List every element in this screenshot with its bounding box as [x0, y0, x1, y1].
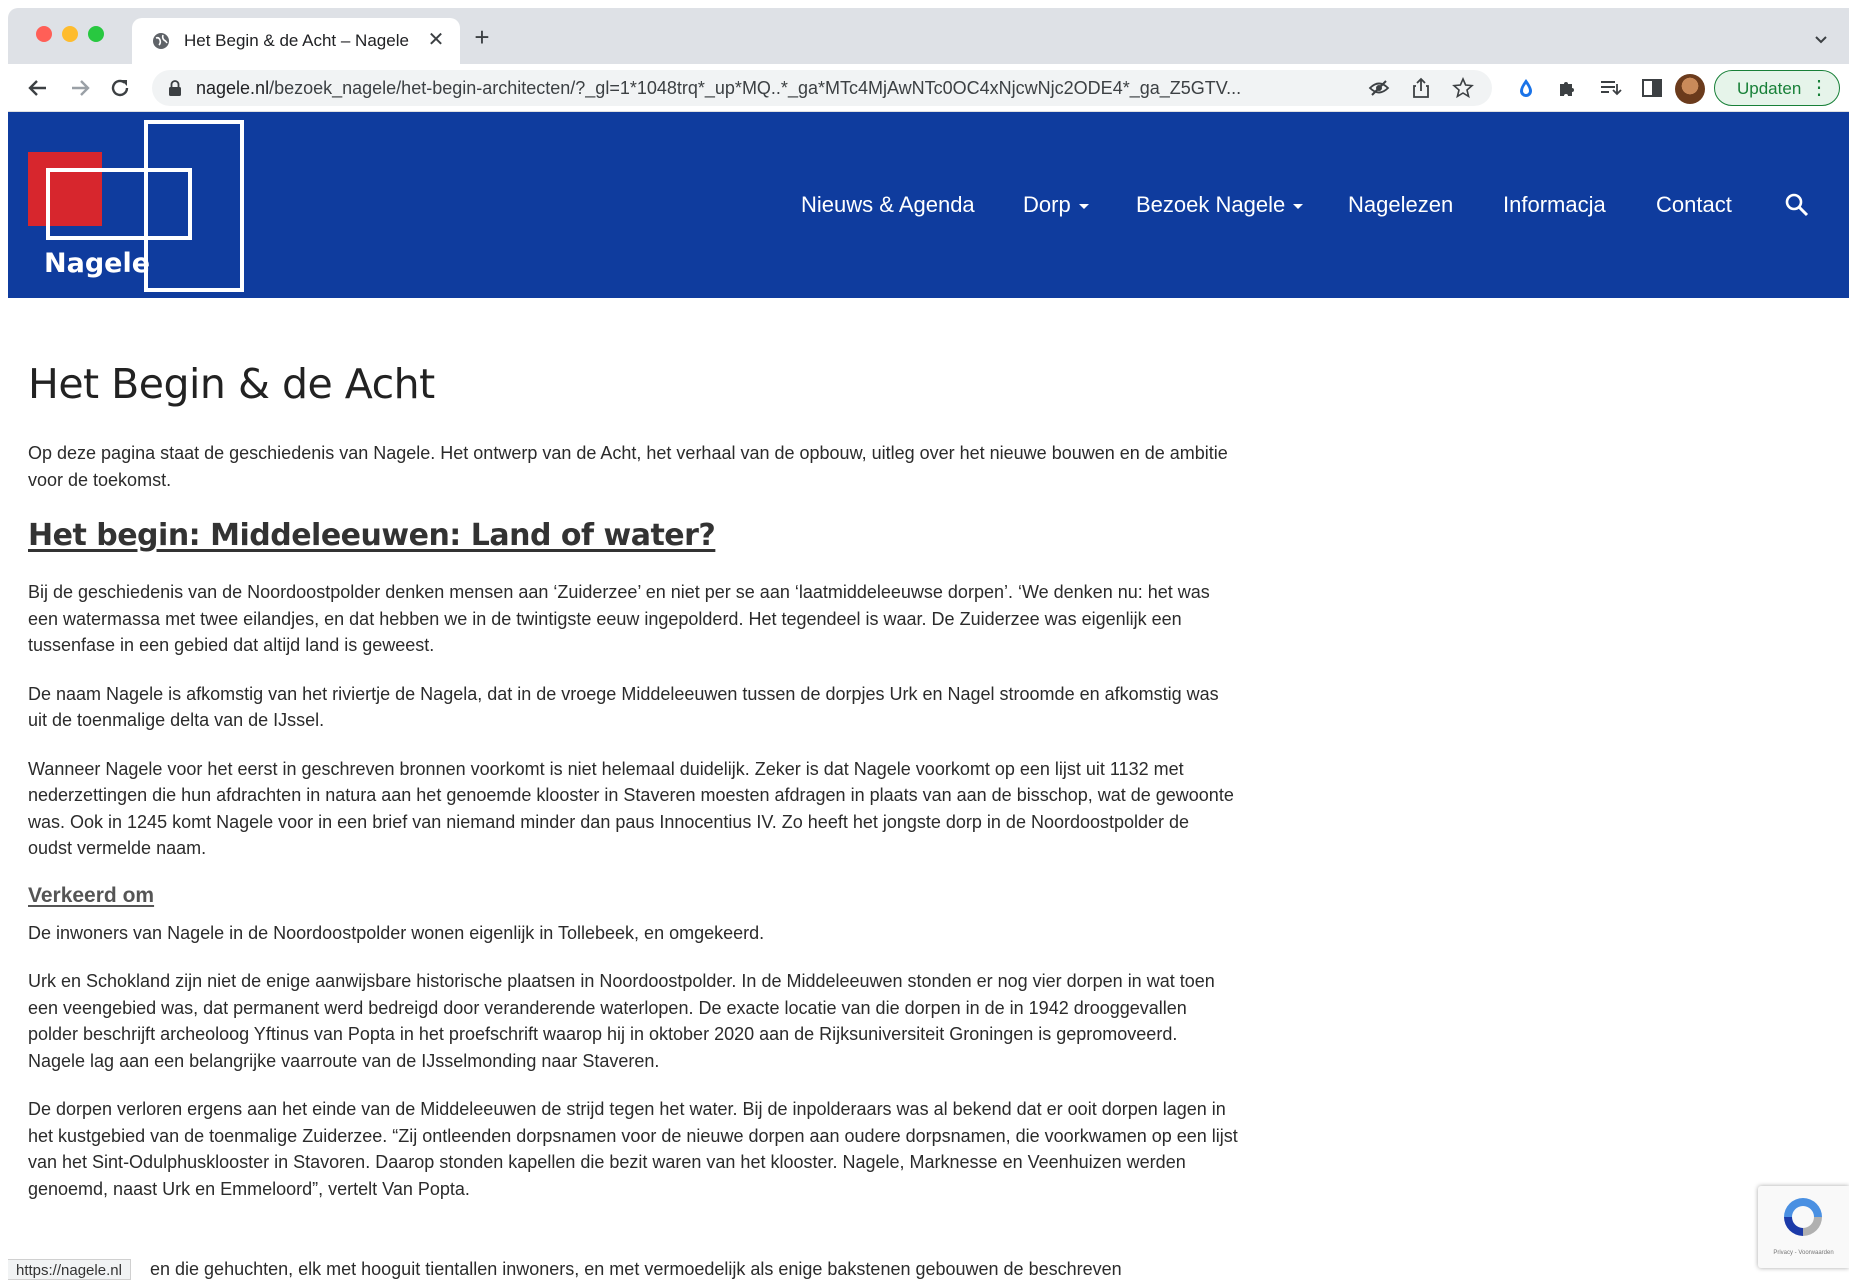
bookmark-star-icon[interactable] — [1452, 77, 1474, 99]
paragraph: De dorpen verloren ergens aan het einde … — [28, 1099, 1238, 1199]
page-title: Het Begin & de Acht — [28, 360, 435, 408]
paragraph: Bij de geschiedenis van de Noordoostpold… — [28, 582, 1210, 655]
recaptcha-badge[interactable]: Privacy - Voorwaarden — [1758, 1186, 1849, 1268]
paragraph: Urk en Schokland zijn niet de enige aanw… — [28, 971, 1215, 1071]
share-icon[interactable] — [1410, 77, 1432, 99]
search-icon[interactable] — [1784, 192, 1810, 218]
paragraph: Wanneer Nagele voor het eerst in geschre… — [28, 758, 1234, 859]
eye-off-icon[interactable] — [1368, 77, 1390, 99]
reading-list-icon[interactable] — [1598, 76, 1622, 100]
nav-nieuws-agenda[interactable]: Nieuws & Agenda — [801, 192, 975, 218]
globe-icon — [153, 33, 169, 49]
tab-close-icon[interactable]: ✕ — [424, 28, 448, 52]
more-menu-icon[interactable]: ⋮ — [1809, 77, 1829, 99]
status-bar-url: https://nagele.nl — [8, 1259, 131, 1280]
paragraph: De inwoners van Nagele in de Noordoostpo… — [28, 922, 765, 943]
main-navigation: Nieuws & Agenda Dorp Bezoek Nagele Nagel… — [8, 192, 1849, 222]
tab-title: Het Begin & de Acht – Nagele — [184, 31, 409, 50]
water-drop-icon[interactable] — [1514, 76, 1538, 100]
reload-icon[interactable] — [106, 74, 134, 102]
site-header: Nagele Nieuws & Agenda Dorp Bezoek Nagel… — [8, 112, 1849, 298]
nav-informacja[interactable]: Informacja — [1503, 192, 1606, 218]
caret-down-icon — [1293, 203, 1304, 209]
intro-paragraph: Op deze pagina staat de geschiedenis van… — [28, 443, 1228, 490]
recaptcha-icon — [1784, 1198, 1822, 1236]
minimize-window-button[interactable] — [62, 26, 78, 42]
back-arrow-icon[interactable] — [24, 74, 52, 102]
browser-tab-active[interactable]: Het Begin & de Acht – Nagele ✕ — [132, 18, 460, 64]
subheading-verkeerd-om[interactable]: Verkeerd om — [28, 884, 1238, 908]
chevron-down-icon[interactable] — [1811, 30, 1831, 50]
nav-nagelezen[interactable]: Nagelezen — [1348, 192, 1453, 218]
paragraph-partial: en die gehuchten, elk met hooguit tienta… — [150, 1259, 1122, 1279]
new-tab-button[interactable]: + — [470, 24, 494, 50]
caret-down-icon — [1078, 203, 1089, 209]
update-button[interactable]: Updaten ⋮ — [1714, 70, 1840, 106]
nav-contact[interactable]: Contact — [1656, 192, 1732, 218]
side-panel-icon[interactable] — [1640, 76, 1664, 100]
profile-avatar[interactable] — [1675, 74, 1705, 104]
maximize-window-button[interactable] — [88, 26, 104, 42]
lock-icon[interactable] — [168, 80, 182, 96]
nav-bezoek-nagele[interactable]: Bezoek Nagele — [1136, 192, 1304, 218]
update-label: Updaten — [1737, 79, 1802, 98]
close-window-button[interactable] — [36, 26, 52, 42]
section-heading-middeleeuwen[interactable]: Het begin: Middeleeuwen: Land of water? — [28, 518, 1238, 553]
nav-dorp[interactable]: Dorp — [1023, 192, 1089, 218]
forward-arrow-icon[interactable] — [66, 74, 94, 102]
recaptcha-links[interactable]: Privacy - Voorwaarden — [1758, 1250, 1849, 1256]
puzzle-extension-icon[interactable] — [1556, 76, 1580, 100]
browser-toolbar: nagele.nl/bezoek_nagele/het-begin-archit… — [8, 64, 1849, 112]
paragraph: De naam Nagele is afkomstig van het rivi… — [28, 683, 1219, 731]
url-text[interactable]: nagele.nl/bezoek_nagele/het-begin-archit… — [196, 78, 1306, 99]
tab-strip: Het Begin & de Acht – Nagele ✕ + — [8, 8, 1849, 64]
address-bar[interactable]: nagele.nl/bezoek_nagele/het-begin-archit… — [152, 70, 1492, 106]
article: Het Begin & de Acht Op deze pagina staat… — [28, 360, 1238, 1202]
logo-text: Nagele — [44, 248, 151, 279]
